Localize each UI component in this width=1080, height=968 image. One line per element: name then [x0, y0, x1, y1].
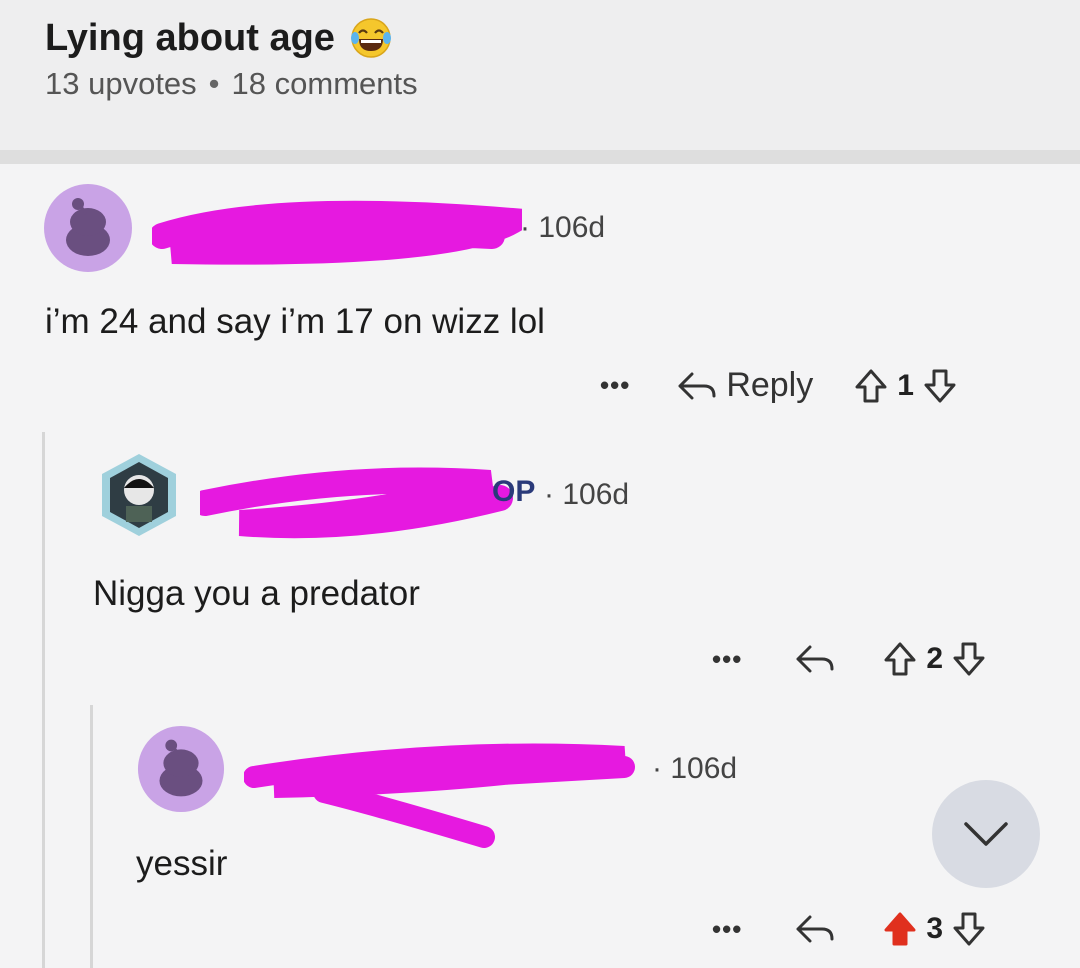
post-meta: 13 upvotes • 18 comments — [45, 66, 418, 102]
op-badge: OP — [492, 475, 536, 508]
vote-controls: 1 — [853, 367, 958, 405]
comment-3-actions: ••• 3 — [712, 910, 987, 948]
username-redacted[interactable] — [244, 743, 644, 848]
laughing-face-icon — [350, 18, 391, 58]
vote-score: 1 — [897, 368, 914, 402]
comment-count: 18 comments — [231, 66, 418, 101]
reply-arrow-icon — [678, 372, 716, 399]
comment-1-text: i’m 24 and say i’m 17 on wizz lol — [45, 302, 545, 341]
redaction-scribble — [200, 467, 513, 539]
upvote-arrow-icon[interactable] — [853, 367, 889, 405]
comment-3-header: · 106d — [136, 724, 738, 848]
downvote-arrow-icon[interactable] — [922, 367, 958, 405]
redaction-scribble — [244, 743, 635, 848]
vote-controls: 3 — [882, 910, 987, 948]
more-options-button[interactable]: ••• — [712, 914, 742, 945]
scroll-next-comment-button[interactable] — [932, 780, 1040, 888]
upvote-arrow-icon[interactable] — [882, 640, 918, 678]
meta-separator: • — [208, 66, 220, 101]
username-redacted[interactable] — [152, 200, 522, 265]
comment-2-header: OP · 106d — [96, 452, 630, 539]
avatar[interactable] — [136, 724, 226, 814]
vote-score: 3 — [926, 912, 943, 945]
post-header: Lying about age 13 upvotes • 18 comments — [0, 0, 1080, 150]
upvote-arrow-icon[interactable] — [882, 910, 918, 948]
comment-1-actions: ••• Reply 1 — [600, 366, 958, 405]
post-title-row: Lying about age — [45, 16, 393, 60]
more-options-button[interactable]: ••• — [712, 644, 742, 675]
comment-3-text: yessir — [136, 844, 228, 883]
avatar[interactable] — [42, 182, 134, 274]
upvote-count: 13 upvotes — [45, 66, 197, 101]
thread-line-level1 — [42, 432, 45, 968]
header-divider — [0, 150, 1080, 164]
redaction-scribble — [152, 200, 522, 265]
avatar[interactable] — [96, 452, 182, 538]
post-title: Lying about age — [45, 16, 335, 59]
downvote-arrow-icon[interactable] — [951, 640, 987, 678]
vote-controls: 2 — [882, 640, 987, 678]
comment-1-header: · 106d — [42, 182, 605, 274]
reply-arrow-icon — [796, 915, 834, 943]
thread-line-level2 — [90, 705, 93, 968]
chevron-down-icon — [964, 822, 1008, 846]
username-redacted[interactable]: OP — [200, 467, 535, 539]
reply-button[interactable] — [792, 911, 836, 947]
downvote-arrow-icon[interactable] — [951, 910, 987, 948]
comment-2-text: Nigga you a predator — [93, 574, 420, 613]
vote-score: 2 — [926, 642, 943, 675]
reply-label: Reply — [726, 366, 814, 404]
comment-age: · 106d — [520, 211, 606, 244]
reply-button[interactable] — [792, 641, 836, 677]
more-options-button[interactable]: ••• — [600, 370, 630, 401]
comment-age: · 106d — [544, 478, 630, 511]
reply-arrow-icon — [796, 645, 834, 673]
comment-age: · 106d — [652, 752, 738, 785]
comment-2-actions: ••• 2 — [712, 640, 987, 678]
reply-button[interactable]: Reply — [674, 366, 813, 405]
